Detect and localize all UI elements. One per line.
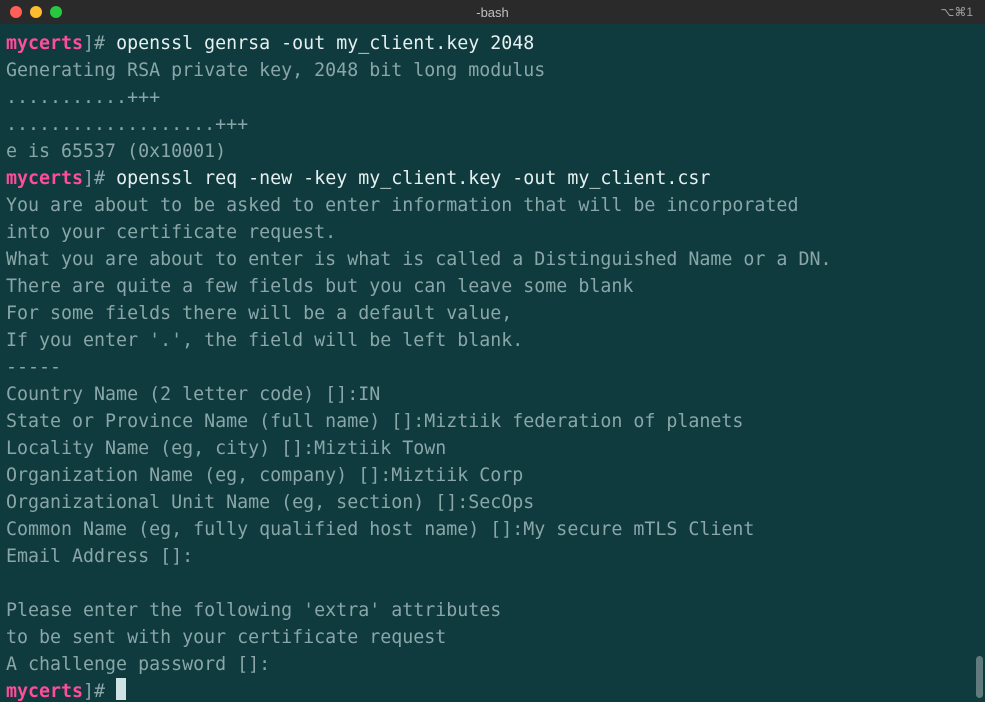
- output-text: What you are about to enter is what is c…: [6, 249, 831, 270]
- command-text: openssl genrsa -out my_client.key 2048: [116, 33, 534, 54]
- output-text: Locality Name (eg, city) []:Miztiik Town: [6, 438, 446, 459]
- terminal-line: For some fields there will be a default …: [6, 300, 979, 327]
- window-title: -bash: [0, 0, 985, 26]
- prompt-suffix: ]#: [83, 168, 116, 189]
- close-icon[interactable]: [10, 6, 22, 18]
- output-text: Organization Name (eg, company) []:Mizti…: [6, 465, 523, 486]
- output-text: Email Address []:: [6, 546, 193, 567]
- terminal-line: mycerts]#: [6, 678, 979, 702]
- prompt-suffix: ]#: [83, 681, 116, 702]
- cursor: [116, 678, 126, 700]
- terminal-line: ...................+++: [6, 111, 979, 138]
- output-text: There are quite a few fields but you can…: [6, 276, 633, 297]
- terminal-line: Generating RSA private key, 2048 bit lon…: [6, 57, 979, 84]
- window-pane-indicator: ⌥⌘1: [940, 0, 973, 26]
- minimize-icon[interactable]: [30, 6, 42, 18]
- terminal-line: -----: [6, 354, 979, 381]
- terminal-line: Organization Name (eg, company) []:Mizti…: [6, 462, 979, 489]
- terminal-line: Common Name (eg, fully qualified host na…: [6, 516, 979, 543]
- traffic-lights: [0, 6, 62, 18]
- prompt-dir: mycerts: [6, 168, 83, 189]
- terminal-line: to be sent with your certificate request: [6, 624, 979, 651]
- output-text: e is 65537 (0x10001): [6, 141, 226, 162]
- command-text: openssl req -new -key my_client.key -out…: [116, 168, 710, 189]
- output-text: to be sent with your certificate request: [6, 627, 446, 648]
- output-text: -----: [6, 357, 61, 378]
- terminal-line: What you are about to enter is what is c…: [6, 246, 979, 273]
- terminal-line: Locality Name (eg, city) []:Miztiik Town: [6, 435, 979, 462]
- terminal-line: ...........+++: [6, 84, 979, 111]
- output-text: For some fields there will be a default …: [6, 303, 512, 324]
- terminal-line: e is 65537 (0x10001): [6, 138, 979, 165]
- zoom-icon[interactable]: [50, 6, 62, 18]
- output-text: If you enter '.', the field will be left…: [6, 330, 523, 351]
- terminal-line: A challenge password []:: [6, 651, 979, 678]
- terminal-line: Organizational Unit Name (eg, section) […: [6, 489, 979, 516]
- terminal-line: There are quite a few fields but you can…: [6, 273, 979, 300]
- terminal-line: Country Name (2 letter code) []:IN: [6, 381, 979, 408]
- terminal-line: into your certificate request.: [6, 219, 979, 246]
- output-text: ...........+++: [6, 87, 160, 108]
- terminal-line: [6, 570, 979, 597]
- output-text: Generating RSA private key, 2048 bit lon…: [6, 60, 545, 81]
- terminal-line: Please enter the following 'extra' attri…: [6, 597, 979, 624]
- output-text: You are about to be asked to enter infor…: [6, 195, 798, 216]
- output-text: State or Province Name (full name) []:Mi…: [6, 411, 743, 432]
- output-text: Common Name (eg, fully qualified host na…: [6, 519, 754, 540]
- output-text: Organizational Unit Name (eg, section) […: [6, 492, 534, 513]
- prompt-dir: mycerts: [6, 681, 83, 702]
- output-text: Country Name (2 letter code) []:IN: [6, 384, 380, 405]
- terminal-line: mycerts]# openssl genrsa -out my_client.…: [6, 30, 979, 57]
- window-titlebar: -bash ⌥⌘1: [0, 0, 985, 24]
- terminal-line: State or Province Name (full name) []:Mi…: [6, 408, 979, 435]
- output-text: Please enter the following 'extra' attri…: [6, 600, 501, 621]
- terminal-line: If you enter '.', the field will be left…: [6, 327, 979, 354]
- scrollbar-thumb[interactable]: [976, 656, 983, 698]
- terminal-line: mycerts]# openssl req -new -key my_clien…: [6, 165, 979, 192]
- output-text: [6, 573, 17, 594]
- terminal-line: You are about to be asked to enter infor…: [6, 192, 979, 219]
- prompt-dir: mycerts: [6, 33, 83, 54]
- output-text: into your certificate request.: [6, 222, 336, 243]
- terminal-viewport[interactable]: mycerts]# openssl genrsa -out my_client.…: [0, 24, 985, 702]
- terminal-line: Email Address []:: [6, 543, 979, 570]
- output-text: A challenge password []:: [6, 654, 270, 675]
- prompt-suffix: ]#: [83, 33, 116, 54]
- output-text: ...................+++: [6, 114, 248, 135]
